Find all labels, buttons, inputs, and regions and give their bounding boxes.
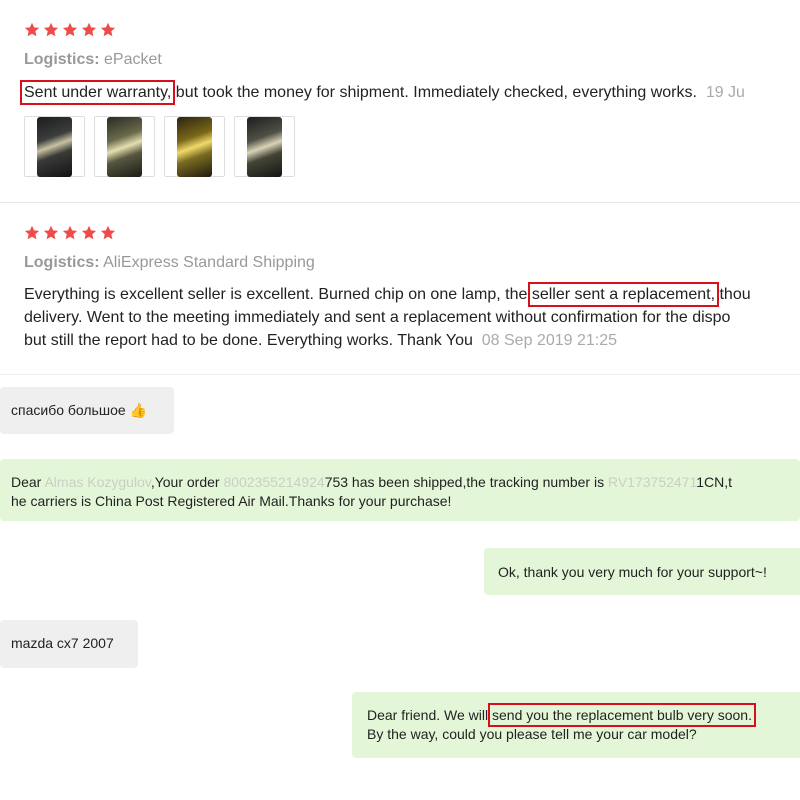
- star-icon: [62, 225, 78, 240]
- message-line-1: Dear Almas Kozygulov,Your order 80023552…: [11, 473, 790, 492]
- review-line-2: delivery. Went to the meeting immediatel…: [24, 309, 731, 326]
- logistics-value: ePacket: [104, 51, 162, 68]
- review-text-part: Everything is excellent seller is excell…: [24, 286, 532, 303]
- star-icon: [24, 22, 40, 37]
- review-date: 08 Sep 2019 21:25: [481, 332, 617, 349]
- review-text-rest: but took the money for shipment. Immedia…: [171, 84, 697, 101]
- review-1: Logistics: ePacket Sent under warranty, …: [0, 0, 800, 202]
- star-icon: [43, 22, 59, 37]
- message-line-2: By the way, could you please tell me you…: [367, 726, 697, 742]
- review-photo-thumbnail[interactable]: [94, 116, 155, 177]
- message-text: ,Your order: [150, 474, 224, 490]
- message-line-1: Dear friend. We will send you the replac…: [367, 703, 800, 727]
- chat-message-outgoing: Ok, thank you very much for your support…: [484, 548, 800, 595]
- lamp-photo-3: [177, 116, 212, 177]
- star-icon: [24, 225, 40, 240]
- review-photo-thumbnail[interactable]: [164, 116, 225, 177]
- chat-message-incoming: mazda cx7 2007: [0, 620, 138, 668]
- logistics-info: Logistics: ePacket: [24, 51, 162, 69]
- message-line-2: he carriers is China Post Registered Air…: [11, 493, 452, 509]
- logistics-label: Logistics:: [24, 51, 100, 68]
- message-text: Dear: [11, 474, 45, 490]
- review-text-part: but still the report had to be done. Eve…: [24, 332, 473, 349]
- message-text: спасибо большое: [11, 402, 126, 418]
- rating-stars: [24, 22, 116, 38]
- blurred-order-number: 8002355214924: [223, 474, 325, 490]
- message-text: mazda cx7 2007: [11, 635, 114, 651]
- chat-message-incoming: спасибо большое 👍: [0, 387, 174, 434]
- review-photo-thumbnail[interactable]: [24, 116, 85, 177]
- review-text: Sent under warranty, but took the money …: [19, 80, 745, 105]
- highlight-box: Sent under warranty,: [19, 80, 176, 105]
- lamp-photo-4: [247, 116, 282, 177]
- star-icon: [81, 22, 97, 37]
- review-text: Everything is excellent seller is excell…: [24, 282, 751, 352]
- chat-message-outgoing: Dear friend. We will send you the replac…: [352, 692, 800, 758]
- blurred-customer-name: Almas Kozygulov: [44, 474, 151, 490]
- review-text-part: thou: [715, 286, 751, 303]
- lamp-photo-2: [107, 116, 142, 177]
- star-icon: [100, 22, 116, 37]
- divider: [0, 202, 800, 203]
- star-icon: [62, 22, 78, 37]
- review-photo-thumbnail[interactable]: [234, 116, 295, 177]
- star-icon: [100, 225, 116, 240]
- message-text: 1CN,t: [696, 474, 733, 490]
- rating-stars: [24, 225, 116, 241]
- review-line-1: Everything is excellent seller is excell…: [24, 282, 751, 307]
- review-2: Logistics: AliExpress Standard Shipping …: [0, 204, 800, 374]
- thumbs-up-emoji-icon: 👍: [129, 402, 147, 418]
- star-icon: [43, 225, 59, 240]
- message-text: Ok, thank you very much for your support…: [498, 564, 767, 580]
- review-line-3: but still the report had to be done. Eve…: [24, 329, 751, 352]
- logistics-info: Logistics: AliExpress Standard Shipping: [24, 254, 315, 272]
- message-text: Dear friend. We will: [367, 707, 493, 723]
- review-photos: [24, 116, 295, 177]
- review-date: 19 Ju: [705, 84, 745, 101]
- lamp-photo-1: [37, 116, 72, 177]
- logistics-label: Logistics:: [24, 254, 100, 271]
- logistics-value: AliExpress Standard Shipping: [103, 254, 315, 271]
- star-icon: [81, 225, 97, 240]
- highlight-box: seller sent a replacement,: [527, 282, 720, 307]
- divider: [0, 374, 800, 375]
- message-text: 753 has been shipped,the tracking number…: [324, 474, 608, 490]
- highlight-box: send you the replacement bulb very soon.: [488, 703, 756, 727]
- blurred-tracking-number: RV173752471: [607, 474, 697, 490]
- chat-message-outgoing: Dear Almas Kozygulov,Your order 80023552…: [0, 459, 800, 521]
